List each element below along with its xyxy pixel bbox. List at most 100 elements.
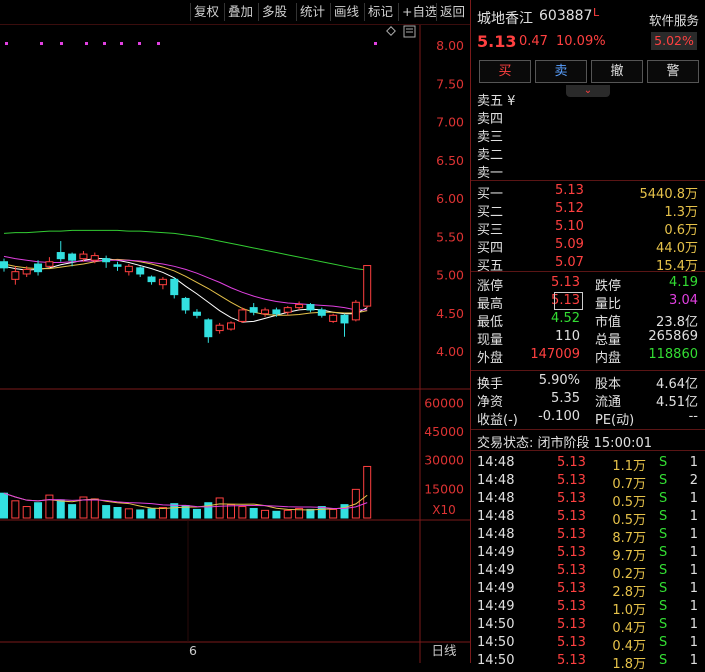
tick-price: 5.13 bbox=[557, 527, 586, 542]
tick-volume: 8.7万 bbox=[612, 531, 646, 546]
tick-count: 1 bbox=[689, 455, 698, 470]
date-tick-label: 6 bbox=[189, 643, 197, 658]
toolbar-button-0[interactable]: 复权 bbox=[190, 3, 222, 21]
volume-bar bbox=[0, 492, 8, 519]
event-marker-dot bbox=[60, 42, 63, 45]
candle-body bbox=[158, 278, 167, 286]
tick-price: 5.13 bbox=[557, 491, 586, 506]
candle-body bbox=[45, 261, 54, 267]
tick-volume: 0.4万 bbox=[612, 621, 646, 636]
stat-label: 净资 bbox=[477, 395, 504, 410]
tick-price: 5.13 bbox=[557, 653, 586, 668]
volume-bar bbox=[329, 508, 338, 519]
candle-body bbox=[272, 309, 281, 315]
sector-label[interactable]: 软件服务 bbox=[649, 10, 699, 29]
stat-value: 4.52 bbox=[551, 311, 580, 326]
stat-label: 最低 bbox=[477, 315, 504, 330]
stat-label: 市值 bbox=[595, 315, 622, 330]
tick-price: 5.13 bbox=[557, 473, 586, 488]
price-axis-label: 7.50 bbox=[436, 76, 464, 91]
price-change: 0.47 bbox=[519, 34, 548, 49]
tick-price: 5.13 bbox=[557, 563, 586, 578]
stat-value: 5.13 bbox=[551, 275, 580, 290]
volume-bar bbox=[317, 506, 326, 519]
toolbar-button-2[interactable]: 多股 bbox=[258, 3, 290, 21]
tick-side: S bbox=[659, 599, 668, 614]
volume-bar bbox=[22, 506, 31, 519]
ask-level-label: 卖一 bbox=[477, 166, 504, 181]
price-axis-label: 7.00 bbox=[436, 115, 464, 130]
price-change-pct: 10.09% bbox=[556, 34, 606, 49]
candle-body bbox=[238, 309, 247, 322]
toolbar-button-6[interactable]: +自选 bbox=[398, 3, 440, 21]
alert-button[interactable]: 警 bbox=[647, 60, 699, 83]
stat-label: 流通 bbox=[595, 395, 622, 410]
volume-bar bbox=[283, 509, 292, 519]
candle-body bbox=[261, 309, 270, 315]
tick-side: S bbox=[659, 653, 668, 668]
event-marker-dot bbox=[40, 42, 43, 45]
toolbar-button-4[interactable]: 画线 bbox=[330, 3, 362, 21]
volume-bar bbox=[136, 509, 145, 519]
tick-time: 14:48 bbox=[477, 473, 515, 488]
toolbar-button-5[interactable]: 标记 bbox=[364, 3, 396, 21]
volume-bar bbox=[261, 509, 270, 519]
bid-volume: 5440.8万 bbox=[639, 187, 699, 202]
candle-body bbox=[329, 314, 338, 322]
toolbar-button-1[interactable]: 叠加 bbox=[224, 3, 256, 21]
tick-count: 1 bbox=[689, 509, 698, 524]
candle-body bbox=[68, 253, 77, 261]
tick-side: S bbox=[659, 455, 668, 470]
volume-bar bbox=[34, 502, 43, 519]
tick-volume: 0.5万 bbox=[612, 513, 646, 528]
sell-button[interactable]: 卖 bbox=[535, 60, 587, 83]
candle-body bbox=[79, 253, 88, 260]
tick-price: 5.13 bbox=[557, 455, 586, 470]
volume-bar bbox=[102, 505, 111, 519]
tick-time: 14:50 bbox=[477, 635, 515, 650]
tick-side: S bbox=[659, 617, 668, 632]
tick-time: 14:49 bbox=[477, 599, 515, 614]
expand-chevron-icon[interactable]: ⌄ bbox=[566, 85, 610, 97]
stat-label: 总量 bbox=[595, 333, 622, 348]
volume-bar bbox=[158, 507, 167, 519]
buy-button[interactable]: 买 bbox=[479, 60, 531, 83]
kline-chart[interactable]: 8.00 7.50 7.00 6.50 6.00 5.50 5.00 4.50 4.00 6000… bbox=[0, 0, 470, 663]
chart-panel[interactable]: 8.00 7.50 7.00 6.50 6.00 5.50 5.00 4.50 4.00 6000… bbox=[0, 0, 470, 663]
tick-count: 2 bbox=[689, 473, 698, 488]
quote-panel: 城地香江 603887 L 软件服务 5.13 0.47 10.09% 5.02… bbox=[470, 0, 705, 672]
candle-body bbox=[363, 265, 372, 307]
candle-body bbox=[204, 319, 213, 338]
bid-level-label: 买四 bbox=[477, 241, 504, 256]
tick-time: 14:50 bbox=[477, 617, 515, 632]
event-marker-dot bbox=[85, 42, 88, 45]
candle-body bbox=[113, 264, 122, 267]
candle-body bbox=[102, 258, 111, 263]
candle-body bbox=[11, 271, 20, 280]
tick-time: 14:49 bbox=[477, 581, 515, 596]
bid-price: 5.10 bbox=[555, 219, 584, 234]
tick-volume: 9.7万 bbox=[612, 549, 646, 564]
stat-value: 265869 bbox=[648, 329, 698, 344]
bid-level-label: 买三 bbox=[477, 223, 504, 238]
tick-count: 1 bbox=[689, 563, 698, 578]
candle-body bbox=[90, 255, 99, 261]
toolbar-button-3[interactable]: 统计 bbox=[296, 3, 328, 21]
stock-code: 603887 bbox=[539, 8, 593, 24]
event-marker-dot bbox=[138, 42, 141, 45]
volume-bar bbox=[249, 507, 258, 519]
event-marker-dot bbox=[157, 42, 160, 45]
toolbar-button-7[interactable]: 返回 bbox=[436, 3, 468, 21]
period-label[interactable]: 日线 bbox=[431, 643, 457, 658]
stat-label: 跌停 bbox=[595, 279, 622, 294]
bid-price: 5.13 bbox=[555, 183, 584, 198]
ma-line-3 bbox=[3, 229, 368, 271]
ask-level-label: 卖四 bbox=[477, 112, 504, 127]
candle-body bbox=[170, 278, 179, 296]
cancel-order-button[interactable]: 撤 bbox=[591, 60, 643, 83]
volume-axis-label: 30000 bbox=[424, 453, 464, 468]
candle-body bbox=[340, 314, 349, 324]
tick-volume: 1.1万 bbox=[612, 459, 646, 474]
tick-time: 14:48 bbox=[477, 455, 515, 470]
stat-value: -- bbox=[688, 409, 698, 424]
